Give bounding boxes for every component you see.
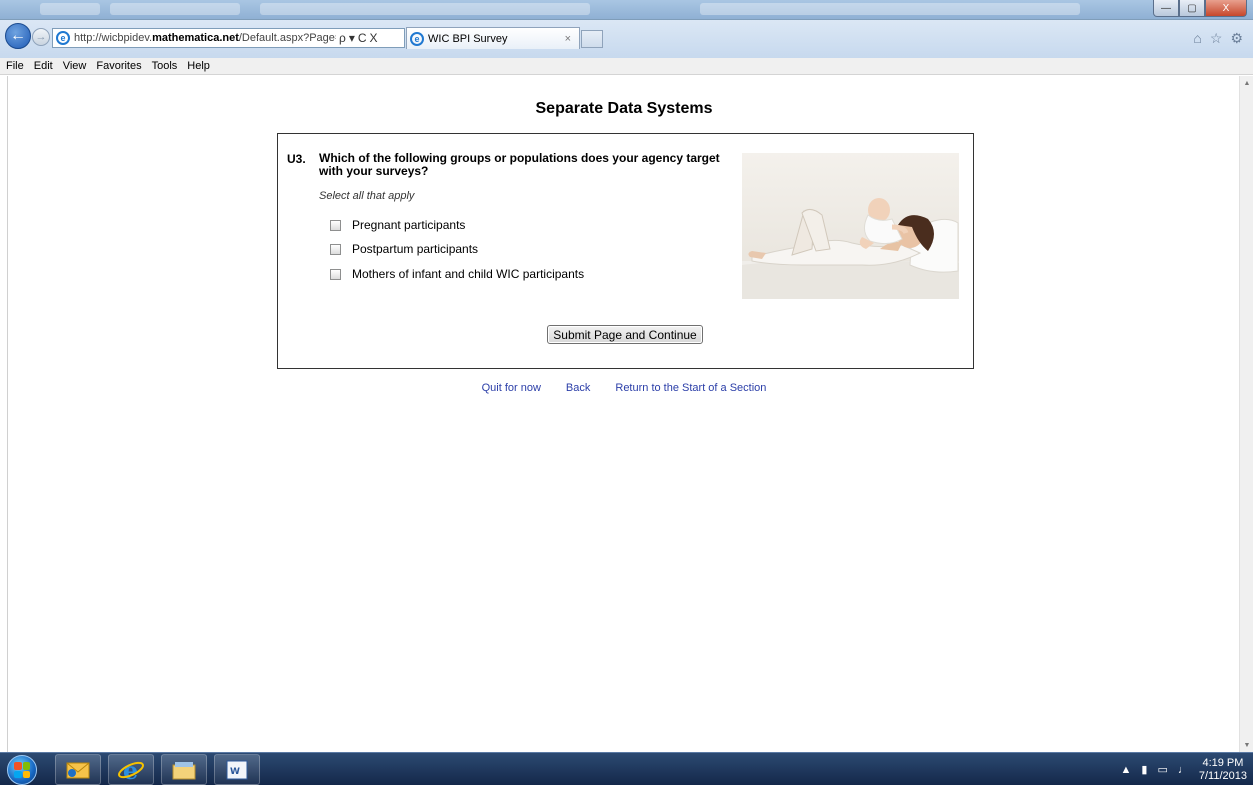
minimize-button[interactable]: — <box>1153 0 1179 17</box>
title-bar-blur <box>260 3 590 15</box>
svg-text:W: W <box>230 767 240 777</box>
address-bar[interactable]: e http://wicbpidev.mathematica.net/Defau… <box>52 28 405 48</box>
home-icon[interactable]: ⌂ <box>1193 30 1201 47</box>
mother-baby-photo <box>742 153 959 299</box>
survey-nav-links: Quit for now Back Return to the Start of… <box>8 382 1240 394</box>
tab-wic-bpi-survey[interactable]: e WIC BPI Survey × <box>406 27 580 49</box>
stop-icon[interactable]: X <box>370 31 378 45</box>
gear-icon[interactable]: ⚙ <box>1230 30 1243 47</box>
menu-file[interactable]: File <box>0 60 29 72</box>
volume-icon[interactable]: ♩ <box>1178 764 1189 776</box>
option-label: Mothers of infant and child WIC particip… <box>352 267 585 281</box>
search-icon[interactable]: ρ <box>339 31 346 45</box>
menu-bar: File Edit View Favorites Tools Help <box>0 58 1253 75</box>
window-title-bar: — ▢ X <box>0 0 1253 20</box>
windows-taskbar: e W ▲ ▮ ▭ ♩ 4:19 PM 7/11/2013 <box>0 752 1253 785</box>
network-icon[interactable]: ▭ <box>1157 763 1167 776</box>
menu-help[interactable]: Help <box>182 60 215 72</box>
question-box: U3. Which of the following groups or pop… <box>277 133 974 369</box>
menu-edit[interactable]: Edit <box>29 60 58 72</box>
option-postpartum[interactable]: Postpartum participants <box>330 242 478 256</box>
question-instruction: Select all that apply <box>319 190 415 202</box>
menu-view[interactable]: View <box>58 60 92 72</box>
option-mothers[interactable]: Mothers of infant and child WIC particip… <box>330 267 584 281</box>
browser-toolbar-icons: ⌂ ☆ ⚙ <box>1193 30 1243 47</box>
checkbox[interactable] <box>330 243 341 255</box>
outlook-icon[interactable] <box>55 754 101 785</box>
new-tab-button[interactable] <box>581 30 603 48</box>
scroll-up-icon[interactable]: ▲ <box>1240 76 1253 90</box>
refresh-icon[interactable]: C <box>358 31 367 45</box>
title-bar-blur <box>110 3 240 15</box>
option-pregnant[interactable]: Pregnant participants <box>330 218 465 232</box>
ie-favicon-icon: e <box>56 31 70 45</box>
dropdown-icon[interactable]: ▾ <box>349 31 355 45</box>
page-title: Separate Data Systems <box>535 100 713 117</box>
back-link[interactable]: Back <box>566 382 590 394</box>
forward-arrow-icon[interactable]: → <box>32 28 50 46</box>
page-content: Separate Data Systems U3. Which of the f… <box>7 76 1239 752</box>
back-arrow-icon[interactable]: ← <box>5 23 31 49</box>
file-explorer-icon[interactable] <box>161 754 207 785</box>
clock-date: 7/11/2013 <box>1198 769 1247 782</box>
title-bar-blur <box>40 3 100 15</box>
windows-logo-icon <box>14 762 30 778</box>
show-hidden-icons-icon[interactable]: ▲ <box>1121 764 1132 776</box>
tab-label: WIC BPI Survey <box>428 32 508 45</box>
window-controls: — ▢ X <box>1153 0 1247 18</box>
svg-text:e: e <box>123 757 138 783</box>
option-label: Postpartum participants <box>352 242 479 256</box>
internet-explorer-icon[interactable]: e <box>108 754 154 785</box>
close-window-button[interactable]: X <box>1205 0 1247 17</box>
tab-close-icon[interactable]: × <box>565 33 571 45</box>
question-text: Which of the following groups or populat… <box>319 151 720 178</box>
title-bar-blur <box>700 3 1080 15</box>
menu-tools[interactable]: Tools <box>147 60 183 72</box>
ie-favicon-icon: e <box>410 31 424 46</box>
clock-time: 4:19 PM <box>1202 756 1244 769</box>
question-number: U3. <box>287 152 306 166</box>
vertical-scrollbar[interactable]: ▲ ▼ <box>1239 76 1253 752</box>
system-tray: ▲ ▮ ▭ ♩ 4:19 PM 7/11/2013 <box>1121 753 1247 785</box>
checkbox[interactable] <box>330 268 341 280</box>
power-icon[interactable]: ▮ <box>1141 763 1147 776</box>
checkbox[interactable] <box>330 219 341 231</box>
star-icon[interactable]: ☆ <box>1210 30 1223 47</box>
return-to-section-start-link[interactable]: Return to the Start of a Section <box>615 382 766 394</box>
start-button[interactable] <box>7 755 37 785</box>
menu-favorites[interactable]: Favorites <box>91 60 146 72</box>
submit-page-button[interactable]: Submit Page and Continue <box>547 325 703 344</box>
url-text[interactable]: http://wicbpidev.mathematica.net/Default… <box>74 32 336 44</box>
address-bar-icons: ρ ▾ C X <box>339 31 378 45</box>
option-label: Pregnant participants <box>352 218 466 232</box>
clock[interactable]: 4:19 PM 7/11/2013 <box>1199 757 1247 783</box>
word-icon[interactable]: W <box>214 754 260 785</box>
maximize-button[interactable]: ▢ <box>1179 0 1205 17</box>
quit-for-now-link[interactable]: Quit for now <box>482 382 541 394</box>
scroll-down-icon[interactable]: ▼ <box>1240 738 1253 752</box>
